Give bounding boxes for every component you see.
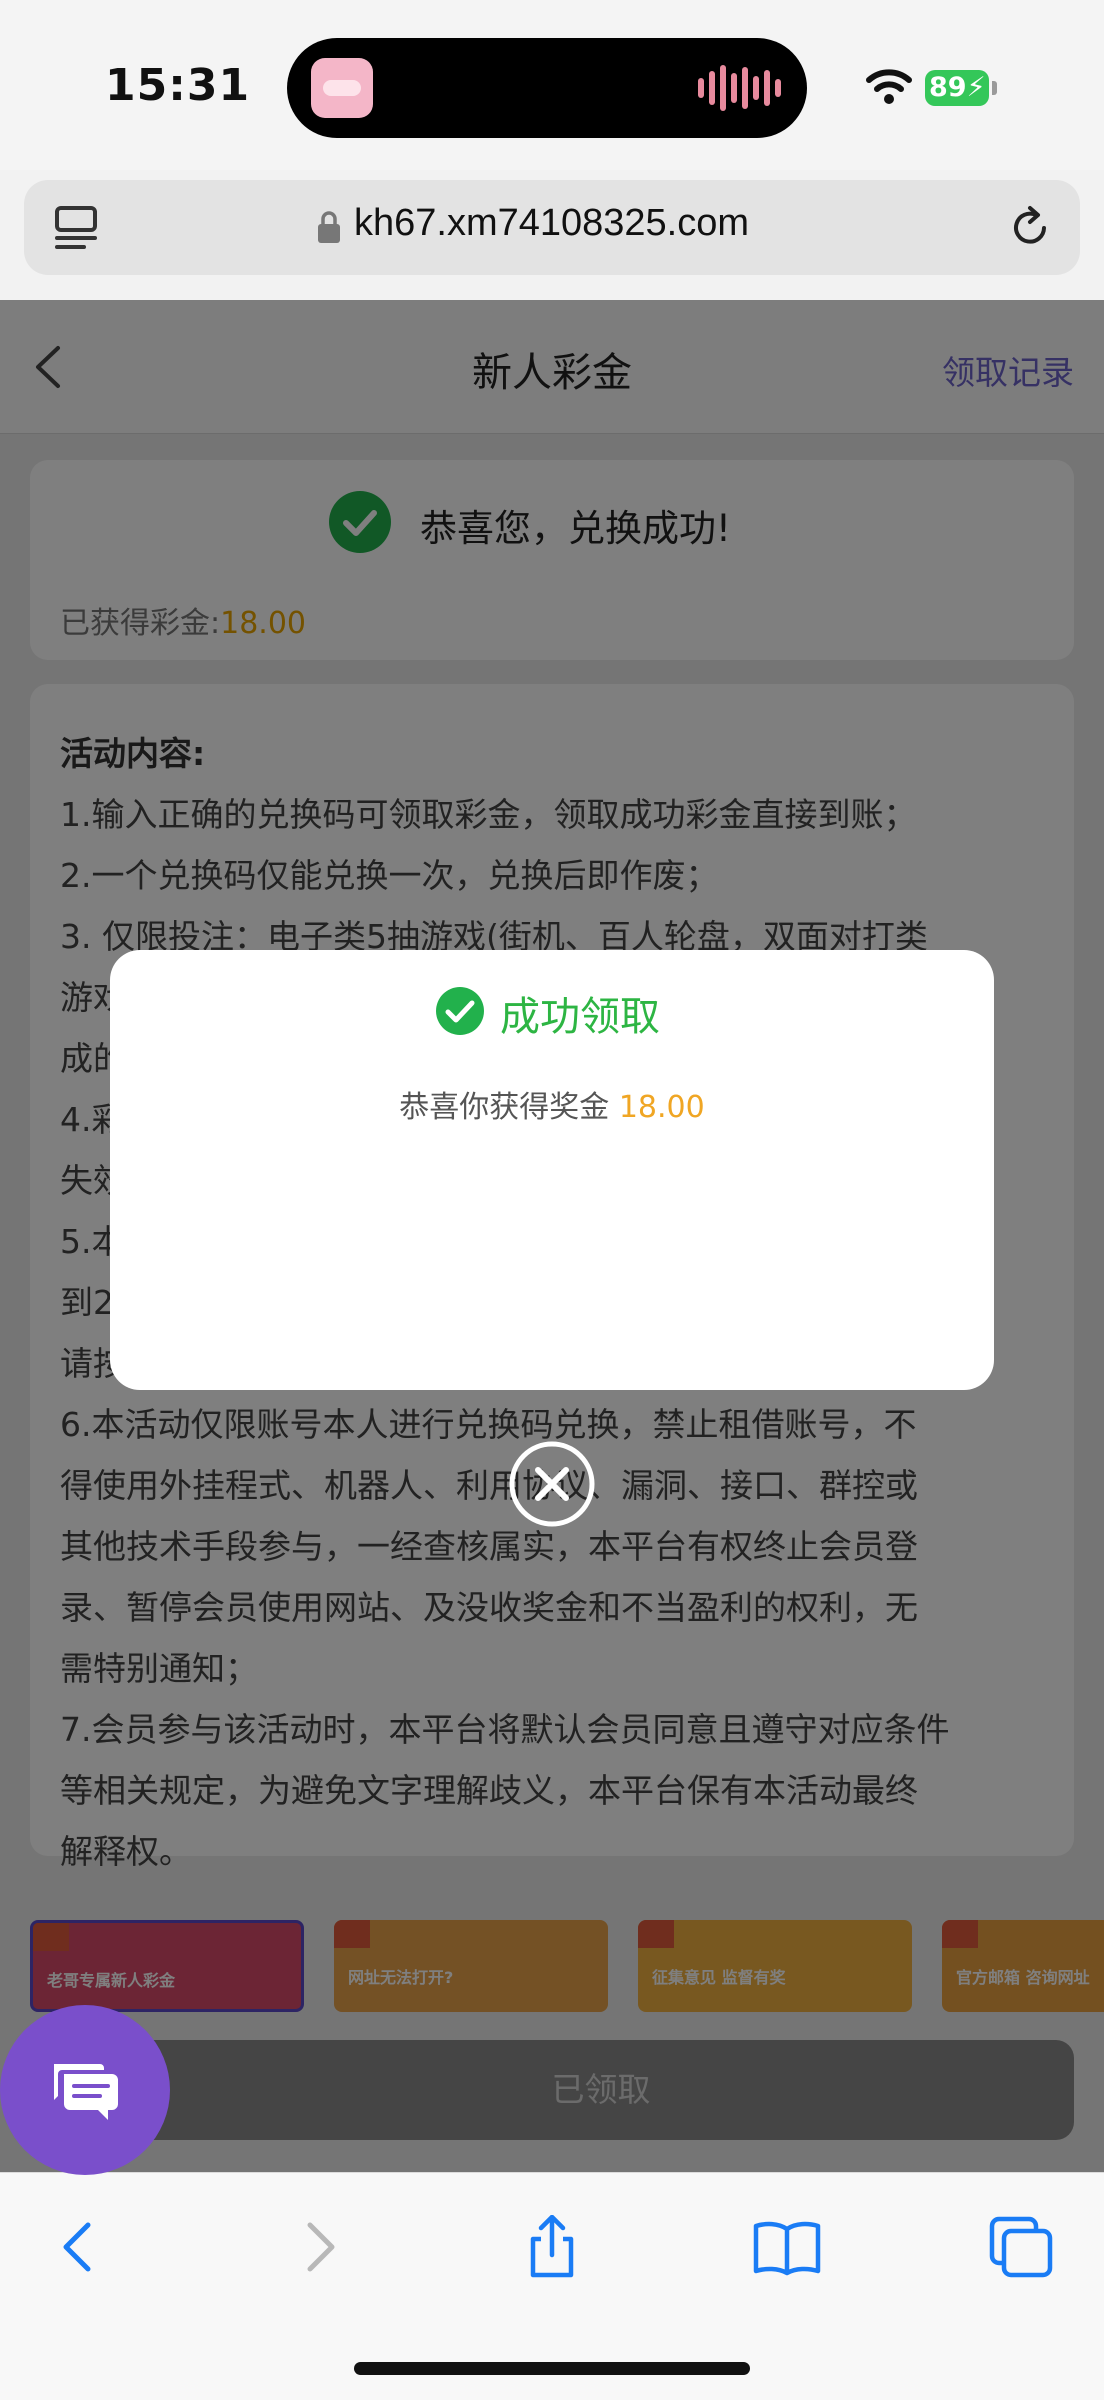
reload-icon[interactable]	[1006, 204, 1054, 252]
wifi-icon	[866, 69, 912, 104]
success-check-icon	[436, 987, 484, 1035]
chat-bubbles-icon	[54, 2064, 118, 2120]
tabs-overview-icon[interactable]	[986, 2215, 1056, 2279]
success-modal: 成功领取 恭喜你获得奖金 18.00	[110, 950, 994, 1390]
customer-service-button[interactable]	[0, 2005, 170, 2175]
clock: 15:31	[105, 60, 251, 111]
bookmarks-icon[interactable]	[752, 2215, 822, 2279]
modal-close-icon[interactable]	[508, 1440, 596, 1528]
modal-title: 成功领取	[500, 994, 660, 1040]
lock-icon	[318, 211, 340, 243]
modal-message: 恭喜你获得奖金 18.00	[110, 1082, 994, 1126]
modal-message-text: 恭喜你获得奖金	[399, 1090, 619, 1125]
address-bar[interactable]: kh67.xm74108325.com	[24, 180, 1080, 275]
modal-amount: 18.00	[618, 1090, 705, 1125]
url-text[interactable]: kh67.xm74108325.com	[354, 202, 749, 245]
battery-tip	[992, 81, 997, 95]
dynamic-island	[287, 38, 807, 138]
status-bar: 15:31 89⚡	[0, 0, 1104, 170]
share-icon[interactable]	[517, 2215, 587, 2279]
now-playing-app-icon	[311, 58, 373, 118]
forward-icon[interactable]	[284, 2215, 354, 2279]
battery-indicator: 89⚡	[925, 70, 989, 106]
page-menu-icon[interactable]	[54, 204, 100, 252]
back-icon[interactable]	[44, 2215, 114, 2279]
audio-wave-icon	[698, 64, 781, 112]
home-indicator	[354, 2362, 750, 2375]
